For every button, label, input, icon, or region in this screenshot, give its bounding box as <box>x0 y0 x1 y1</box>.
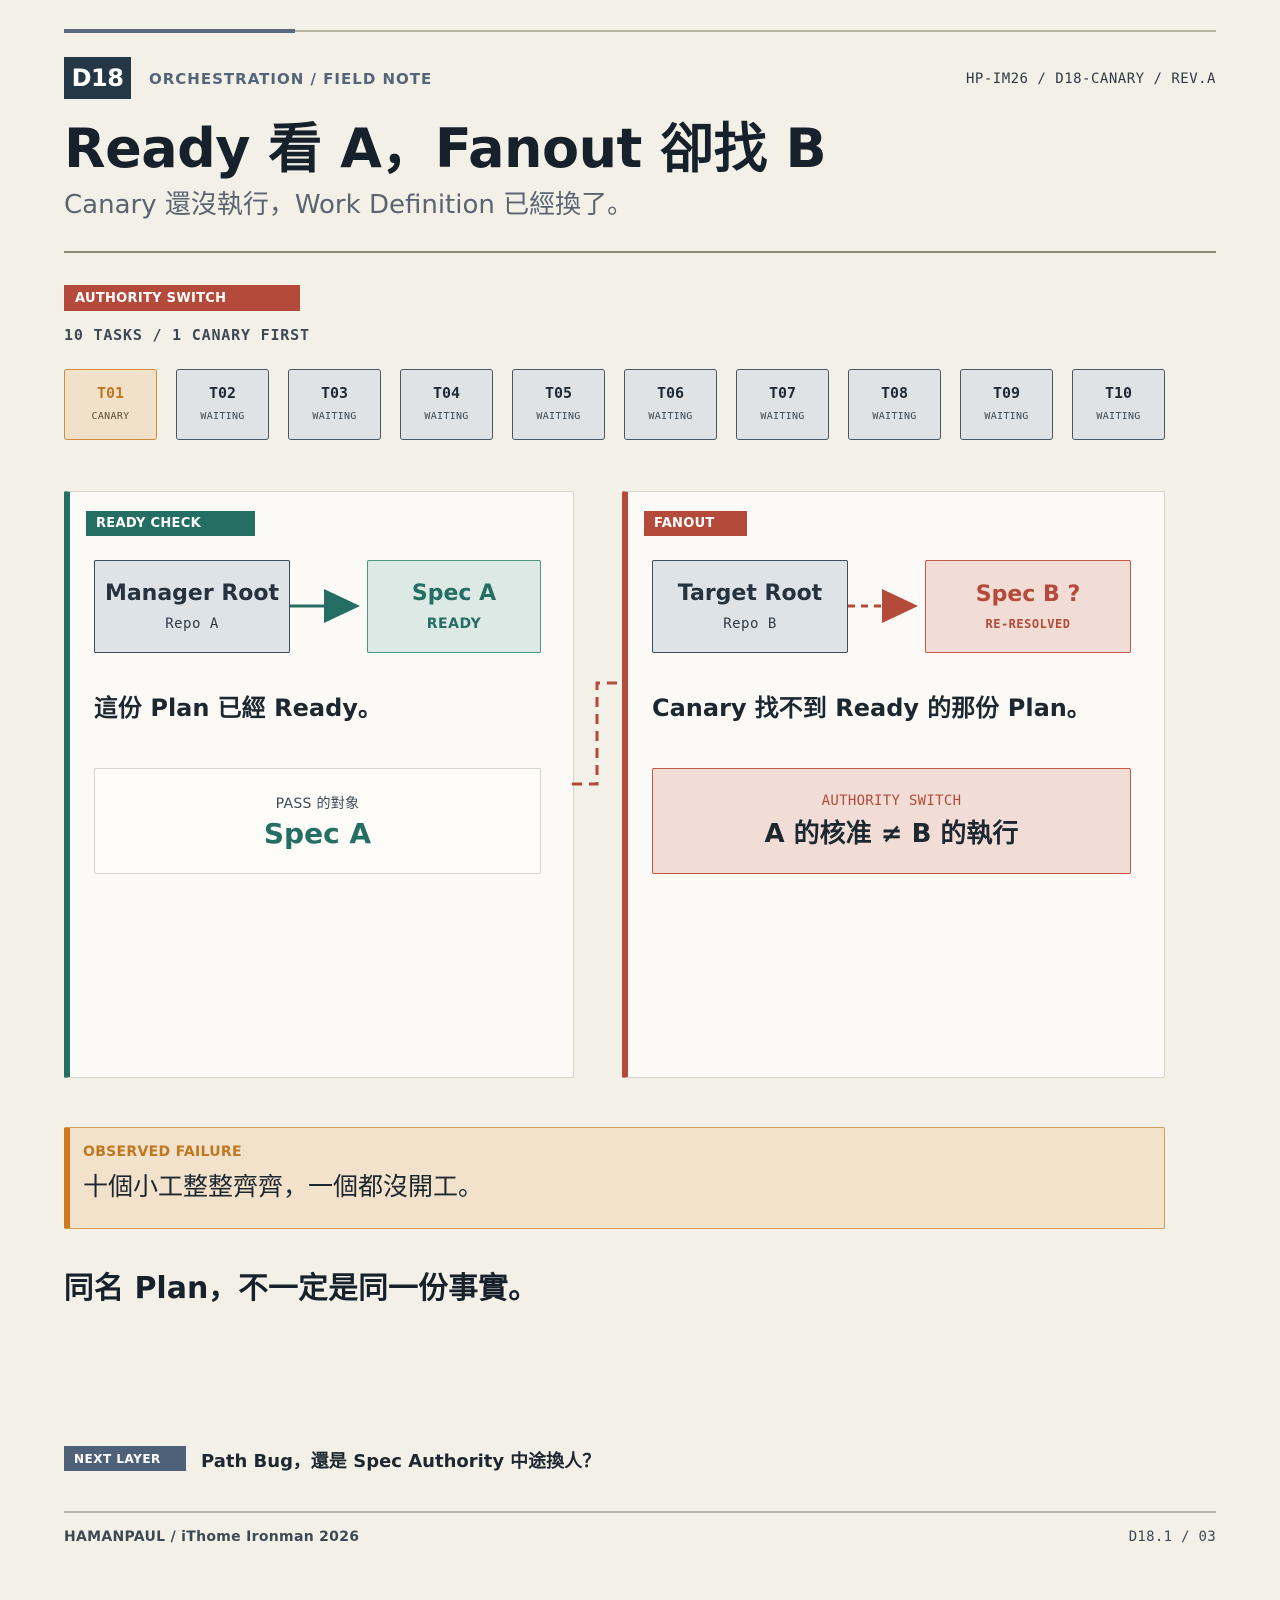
task-id: T08 <box>880 383 909 402</box>
task-id: T04 <box>432 383 461 402</box>
next-layer-tag: NEXT LAYER <box>64 1446 186 1471</box>
target-root-node: Target Root Repo B <box>652 560 848 653</box>
tasks-caption: 10 TASKS / 1 CANARY FIRST <box>64 326 310 344</box>
task-card-t01: T01 CANARY <box>64 369 157 440</box>
task-status: WAITING <box>760 410 805 422</box>
kicker: ORCHESTRATION / FIELD NOTE <box>149 70 433 88</box>
node-status: RE-RESOLVED <box>985 617 1071 631</box>
task-status: WAITING <box>872 410 917 422</box>
node-title: Spec A <box>411 581 497 606</box>
task-card-t02: T02 WAITING <box>176 369 269 440</box>
task-status: WAITING <box>424 410 469 422</box>
footer-page: D18.1 / 03 <box>1128 1529 1216 1545</box>
observed-failure-callout: OBSERVED FAILURE 十個小工整整齊齊，一個都沒開工。 <box>64 1127 1165 1229</box>
page-subtitle: Canary 還沒執行，Work Definition 已經換了。 <box>64 190 634 220</box>
task-status: WAITING <box>984 410 1029 422</box>
task-id: T10 <box>1104 383 1133 402</box>
page-title: Ready 看 A，Fanout 卻找 B <box>64 117 827 180</box>
task-id: T06 <box>656 383 685 402</box>
node-status: READY <box>426 616 482 632</box>
ready-check-tag: READY CHECK <box>86 511 255 536</box>
task-card-t06: T06 WAITING <box>624 369 717 440</box>
node-subtitle: Repo B <box>723 616 777 632</box>
day-badge: D18 <box>64 57 131 99</box>
top-rule-accent <box>64 29 295 33</box>
next-layer-text: Path Bug，還是 Spec Authority 中途換人？ <box>201 1451 601 1472</box>
fanout-statement: Canary 找不到 Ready 的那份 Plan。 <box>652 694 1091 722</box>
footer-credit: HAMANPAUL / iThome Ironman 2026 <box>64 1529 360 1545</box>
task-status: WAITING <box>648 410 693 422</box>
node-title: Manager Root <box>104 581 280 606</box>
task-status: WAITING <box>312 410 357 422</box>
task-status: WAITING <box>536 410 581 422</box>
spec-b-node: Spec B ? RE-RESOLVED <box>925 560 1131 653</box>
authority-switch-label: AUTHORITY SWITCH <box>821 792 962 809</box>
pass-target-box: PASS 的對象 Spec A <box>94 768 541 874</box>
task-id: T03 <box>320 383 349 402</box>
authority-switch-tag: AUTHORITY SWITCH <box>64 285 300 311</box>
footer-rule <box>64 1511 1216 1513</box>
takeaway: 同名 Plan，不一定是同一份事實。 <box>64 1271 539 1306</box>
task-card-t05: T05 WAITING <box>512 369 605 440</box>
spec-a-node: Spec A READY <box>367 560 541 653</box>
node-title: Spec B ? <box>975 582 1081 607</box>
header-divider <box>64 251 1216 253</box>
ready-statement: 這份 Plan 已經 Ready。 <box>94 694 382 722</box>
task-id: T01 <box>96 383 125 402</box>
doc-reference: HP-IM26 / D18-CANARY / REV.A <box>965 71 1216 87</box>
task-card-t04: T04 WAITING <box>400 369 493 440</box>
task-card-t03: T03 WAITING <box>288 369 381 440</box>
authority-switch-box: AUTHORITY SWITCH A 的核准 ≠ B 的執行 <box>652 768 1131 874</box>
task-card-t09: T09 WAITING <box>960 369 1053 440</box>
cross-panel-dashed-connector <box>572 681 622 786</box>
task-id: T09 <box>992 383 1021 402</box>
task-card-t10: T10 WAITING <box>1072 369 1165 440</box>
observed-failure-text: 十個小工整整齊齊，一個都沒開工。 <box>83 1172 484 1201</box>
task-id: T02 <box>208 383 237 402</box>
node-title: Target Root <box>677 581 823 606</box>
task-id: T05 <box>544 383 573 402</box>
observed-failure-label: OBSERVED FAILURE <box>83 1144 242 1160</box>
task-status: CANARY <box>91 410 130 422</box>
node-subtitle: Repo A <box>165 616 219 632</box>
task-card-t08: T08 WAITING <box>848 369 941 440</box>
task-status: WAITING <box>1096 410 1141 422</box>
pass-target-label: PASS 的對象 <box>275 795 360 812</box>
task-status: WAITING <box>200 410 245 422</box>
authority-switch-value: A 的核准 ≠ B 的執行 <box>764 818 1019 849</box>
task-id: T07 <box>768 383 797 402</box>
task-row: T01 CANARY T02 WAITING T03 WAITING T04 W… <box>64 369 1165 440</box>
pass-target-value: Spec A <box>263 816 372 850</box>
task-card-t07: T07 WAITING <box>736 369 829 440</box>
manager-root-node: Manager Root Repo A <box>94 560 290 653</box>
fanout-tag: FANOUT <box>644 511 747 536</box>
